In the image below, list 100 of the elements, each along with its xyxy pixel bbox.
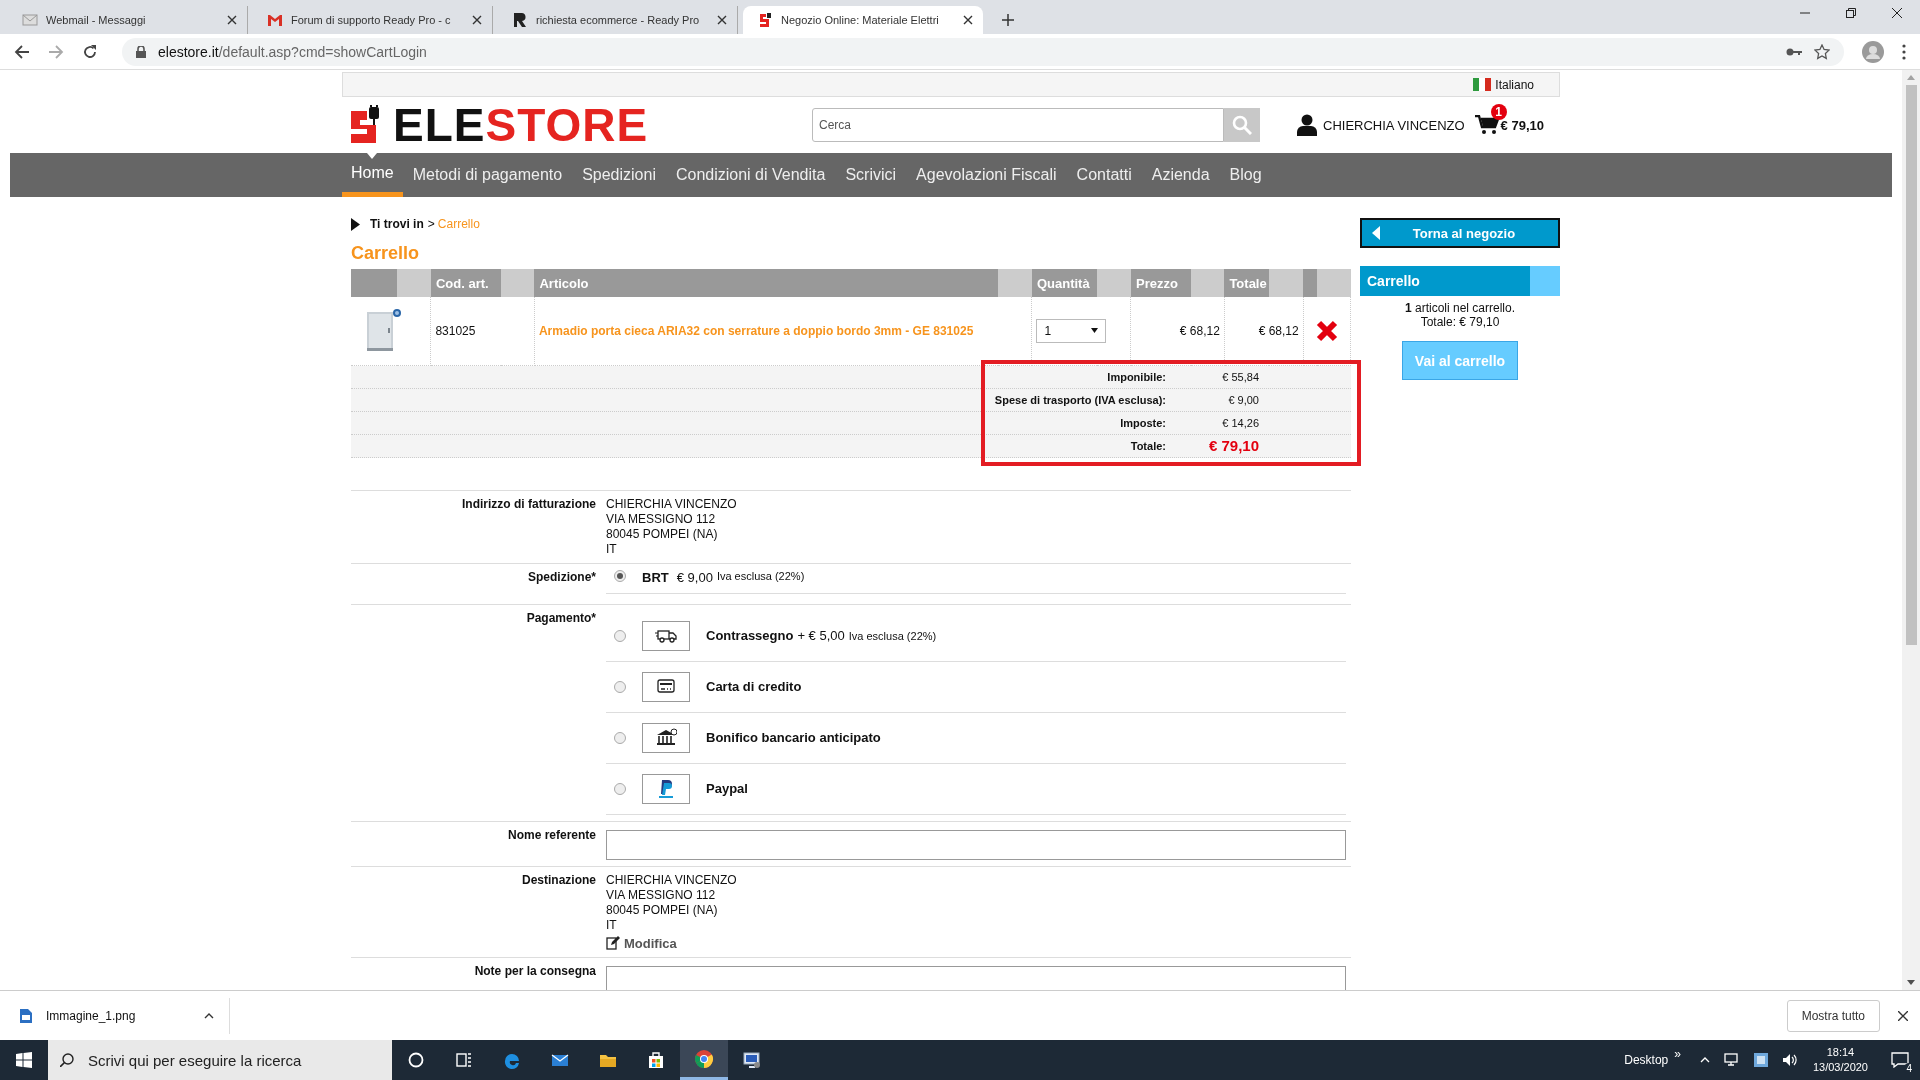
user-icon (1297, 114, 1317, 136)
address-line: CHIERCHIA VINCENZO (606, 872, 738, 888)
sort-cell[interactable] (1097, 269, 1131, 297)
cart-summary-text: 1 articoli nel carrello. (1403, 301, 1517, 315)
breadcrumb-separator: > (427, 217, 435, 231)
taskbar-app[interactable] (680, 1040, 728, 1080)
url-text[interactable]: elestore.it/default.asp?cmd=showCartLogin (158, 43, 427, 60)
radio-button[interactable] (614, 629, 626, 642)
mail-icon (267, 12, 283, 28)
summary-value: € 14,26 (1221, 416, 1259, 429)
close-icon[interactable] (1892, 8, 1902, 18)
desktop-toolbar[interactable]: Desktop » (1624, 1053, 1681, 1067)
scrollbar[interactable] (1902, 70, 1920, 990)
tray-app-icon[interactable] (1753, 1053, 1768, 1067)
table-cell: 831025 (430, 297, 535, 365)
cortana-icon (406, 1050, 426, 1070)
plug-icon (757, 12, 773, 28)
plus-icon[interactable] (1002, 14, 1014, 26)
radio-button[interactable] (614, 782, 626, 795)
menu-icon[interactable] (1902, 43, 1906, 60)
radio-button[interactable] (614, 680, 626, 693)
triangle-icon (351, 217, 360, 231)
option-name: Contrassegno (706, 628, 794, 643)
shopping-bag-icon (646, 1050, 666, 1070)
nav-link[interactable]: Agevolazioni Fiscali (906, 153, 1067, 197)
option-price: € 9,00 (676, 569, 713, 585)
nav-link[interactable]: Scrivici (835, 153, 907, 197)
sort-cell[interactable] (500, 269, 535, 297)
language-selector[interactable]: Italiano (1473, 77, 1534, 92)
caret-up-icon[interactable] (204, 1012, 214, 1019)
scrollbar-thumb[interactable] (1905, 85, 1917, 645)
name-field[interactable] (606, 829, 1346, 860)
bank-icon (655, 727, 677, 748)
chrome-icon (694, 1048, 714, 1069)
task-view-icon (454, 1050, 474, 1070)
sort-cell[interactable] (998, 269, 1032, 297)
avatar-icon[interactable] (1862, 40, 1884, 63)
address-line: CHIERCHIA VINCENZO (606, 496, 738, 512)
sort-cell[interactable] (397, 269, 431, 297)
search-field[interactable]: Cerca (812, 108, 1224, 142)
taskbar-search-field[interactable]: Scrivi qui per eseguire la ricerca (48, 1040, 392, 1080)
field-label: Note per la consegna (473, 963, 597, 980)
star-icon[interactable] (1814, 43, 1830, 60)
nav-link[interactable]: Azienda (1141, 153, 1220, 197)
pointer-icon (367, 153, 378, 159)
radio-button[interactable] (614, 569, 626, 582)
nav-link[interactable]: Metodi di pagamento (402, 153, 573, 197)
summary-value: € 9,00 (1227, 393, 1259, 406)
page-title: Carrello (351, 242, 421, 265)
field-label: Spedizione* (527, 569, 597, 586)
nav-link[interactable]: Contatti (1066, 153, 1142, 197)
envelope-icon (22, 12, 38, 28)
field-label: Nome referente (506, 827, 597, 844)
volume-icon[interactable] (1781, 1053, 1798, 1067)
network-icon[interactable] (1723, 1053, 1740, 1067)
close-icon[interactable] (1898, 1010, 1908, 1021)
header-cell (351, 269, 398, 297)
radio-button[interactable] (614, 731, 626, 744)
windows-icon[interactable] (16, 1052, 32, 1068)
reload-icon[interactable] (82, 43, 98, 60)
browser-tab[interactable]: Negozio Online: Materiale Elettri (743, 6, 983, 34)
close-icon[interactable] (963, 15, 973, 25)
chevron-up-icon[interactable] (1699, 1057, 1710, 1063)
option-price: + € 5,00 (797, 628, 845, 643)
restore-icon[interactable] (1846, 8, 1856, 18)
close-icon[interactable] (472, 15, 482, 25)
scroll-down-icon[interactable] (1907, 980, 1915, 985)
address-line: 80045 POMPEI (NA) (606, 526, 719, 542)
file-icon (20, 1008, 32, 1023)
header-cell (1303, 269, 1317, 297)
address-line: IT (606, 541, 618, 557)
delete-icon[interactable] (1315, 319, 1338, 342)
key-icon[interactable] (1786, 46, 1802, 57)
search-icon (1232, 115, 1252, 135)
nav-link[interactable]: Condizioni di Vendita (665, 153, 836, 197)
clock[interactable]: 18:14 13/03/2020 (1812, 1045, 1868, 1075)
grand-total: € 79,10 (1207, 437, 1259, 454)
logo[interactable]: ELESTORE (342, 98, 812, 152)
close-icon[interactable] (717, 15, 727, 25)
address-bar[interactable]: elestore.it/default.asp?cmd=showCartLogin (122, 37, 1844, 66)
sort-cell[interactable] (1316, 269, 1351, 297)
quantity-dropdown[interactable]: 1 (1036, 318, 1107, 343)
nav-link[interactable]: Home (342, 153, 403, 197)
address-line: VIA MESSIGNO 112 (606, 511, 717, 527)
field-label: Pagamento* (525, 610, 597, 627)
user-name[interactable]: CHIERCHIA VINCENZO (1323, 117, 1465, 133)
cart-total[interactable]: € 79,10 (1500, 117, 1544, 133)
show-all-button[interactable]: Mostra tutto (1786, 999, 1880, 1032)
nav-link[interactable]: Blog (1219, 153, 1272, 197)
close-icon[interactable] (227, 15, 237, 25)
sort-cell[interactable] (1269, 269, 1304, 297)
cart-icon[interactable] (1474, 115, 1499, 135)
nav-link[interactable]: Spedizioni (572, 153, 666, 197)
option-note: Iva esclusa (22%) (848, 629, 937, 642)
back-icon[interactable] (14, 43, 30, 60)
edit-link[interactable]: Modifica (606, 935, 1346, 951)
download-item[interactable]: Immagine_1.png (20, 997, 230, 1034)
caret-left-icon (1372, 226, 1380, 240)
table-cell: € 68,12 (1224, 297, 1304, 365)
sort-cell[interactable] (1190, 269, 1225, 297)
